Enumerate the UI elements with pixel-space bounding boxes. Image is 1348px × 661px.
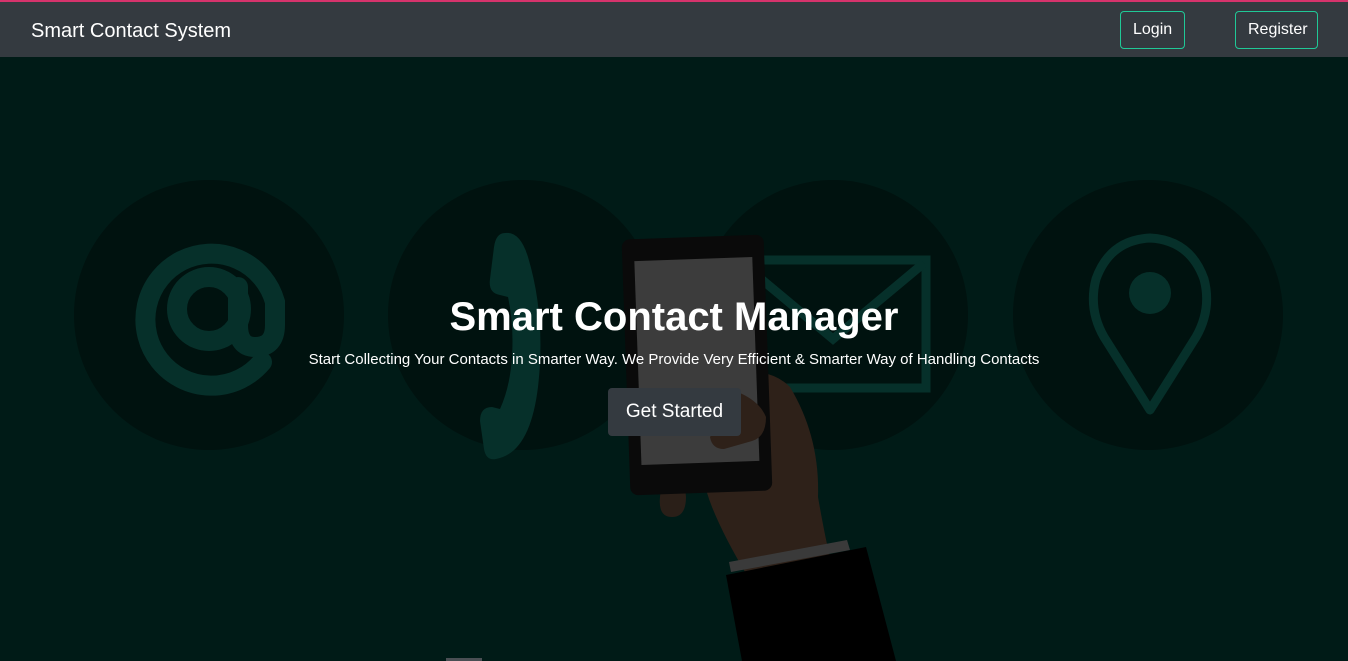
brand-title[interactable]: Smart Contact System xyxy=(31,19,231,43)
hero-title: Smart Contact Manager xyxy=(449,295,899,339)
login-button[interactable]: Login xyxy=(1120,11,1185,49)
hero-subtitle: Start Collecting Your Contacts in Smarte… xyxy=(308,351,1040,368)
get-started-button[interactable]: Get Started xyxy=(608,388,741,436)
navbar: Smart Contact System Login Register xyxy=(0,2,1348,57)
register-button[interactable]: Register xyxy=(1235,11,1318,49)
hero-banner: Smart Contact Manager Start Collecting Y… xyxy=(0,57,1348,661)
